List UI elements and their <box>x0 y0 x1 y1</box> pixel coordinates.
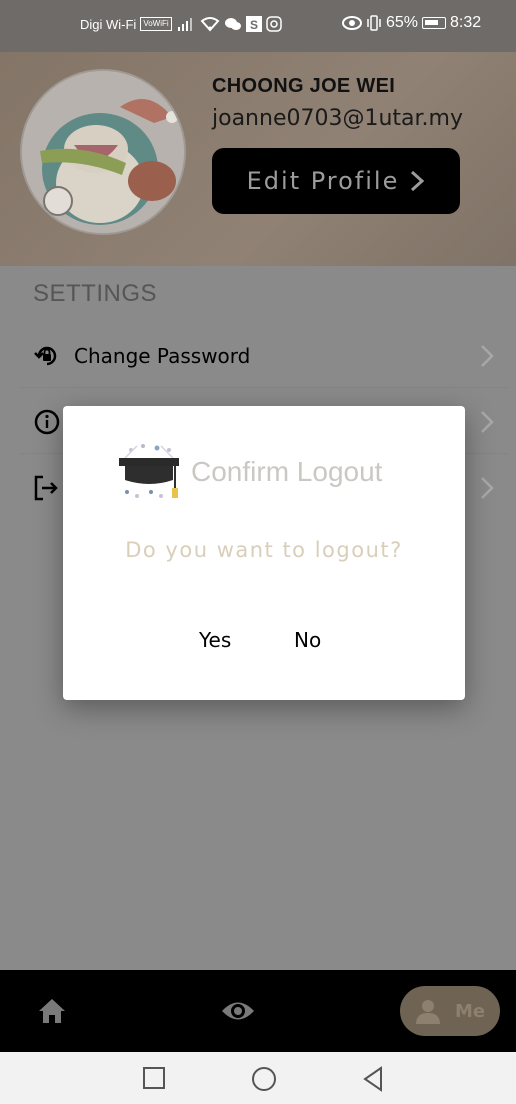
edit-profile-label: Edit Profile <box>246 167 400 195</box>
nav-eye[interactable] <box>220 996 256 1026</box>
chevron-right-icon <box>481 411 494 433</box>
status-right: 65% 8:32 <box>342 14 481 32</box>
eye-icon <box>222 1002 254 1020</box>
volte-badge: VoWiFi <box>140 17 172 31</box>
back-triangle-icon <box>363 1066 382 1092</box>
back-button[interactable] <box>361 1066 385 1096</box>
instagram-icon <box>265 16 282 32</box>
avatar-illustration-icon <box>22 71 184 233</box>
wifi-icon <box>200 17 220 32</box>
clock: 8:32 <box>450 14 482 31</box>
battery-icon <box>422 17 447 29</box>
home-icon <box>39 999 65 1023</box>
signal-icon <box>177 18 192 31</box>
logout-icon <box>32 473 62 503</box>
nav-home[interactable] <box>36 996 68 1026</box>
edit-profile-button[interactable]: Edit Profile <box>212 148 460 214</box>
dialog-title: Confirm Logout <box>191 456 383 487</box>
settings-item-label: Change Password <box>74 343 251 368</box>
profile-header: CHOONG JOE WEI joanne0703@1utar.my Edit … <box>0 52 516 266</box>
confirm-logout-dialog: Confirm Logout Do you want to logout? Ye… <box>63 406 465 700</box>
avatar[interactable] <box>20 69 186 235</box>
chevron-right-icon <box>411 170 425 192</box>
android-nav-bar <box>0 1052 516 1104</box>
settings-item-change-password[interactable]: Change Password <box>20 324 508 388</box>
user-email: joanne0703@1utar.my <box>212 106 463 131</box>
battery-percent: 65% <box>386 14 419 31</box>
wechat-icon <box>224 18 241 30</box>
graduation-cap-icon <box>117 440 181 504</box>
chevron-right-icon <box>481 477 494 499</box>
bottom-nav: Me <box>0 970 516 1052</box>
user-name: CHOONG JOE WEI <box>212 75 396 97</box>
status-left: Digi Wi-Fi VoWiFi S <box>80 16 282 32</box>
status-bar: Digi Wi-Fi VoWiFi S 65% 8:32 <box>0 0 516 52</box>
carrier-label: Digi Wi-Fi <box>80 16 137 32</box>
home-system-button[interactable] <box>251 1066 277 1096</box>
settings-title: SETTINGS <box>33 280 158 307</box>
nav-me[interactable]: Me <box>400 986 500 1036</box>
nav-me-label: Me <box>454 1000 486 1022</box>
person-icon <box>415 1000 440 1024</box>
chevron-right-icon <box>481 345 494 367</box>
no-button[interactable]: No <box>294 628 321 652</box>
circle-icon <box>252 1067 276 1091</box>
vibrate-icon <box>367 15 381 31</box>
eye-comfort-icon <box>342 16 362 30</box>
square-icon <box>143 1067 165 1089</box>
yes-button[interactable]: Yes <box>199 628 231 652</box>
s-app-icon: S <box>245 16 262 32</box>
lock-reset-icon <box>32 341 62 371</box>
svg-text:S: S <box>250 18 258 32</box>
recents-button[interactable] <box>142 1066 166 1094</box>
dialog-message: Do you want to logout? <box>125 538 403 562</box>
info-icon <box>32 407 62 437</box>
